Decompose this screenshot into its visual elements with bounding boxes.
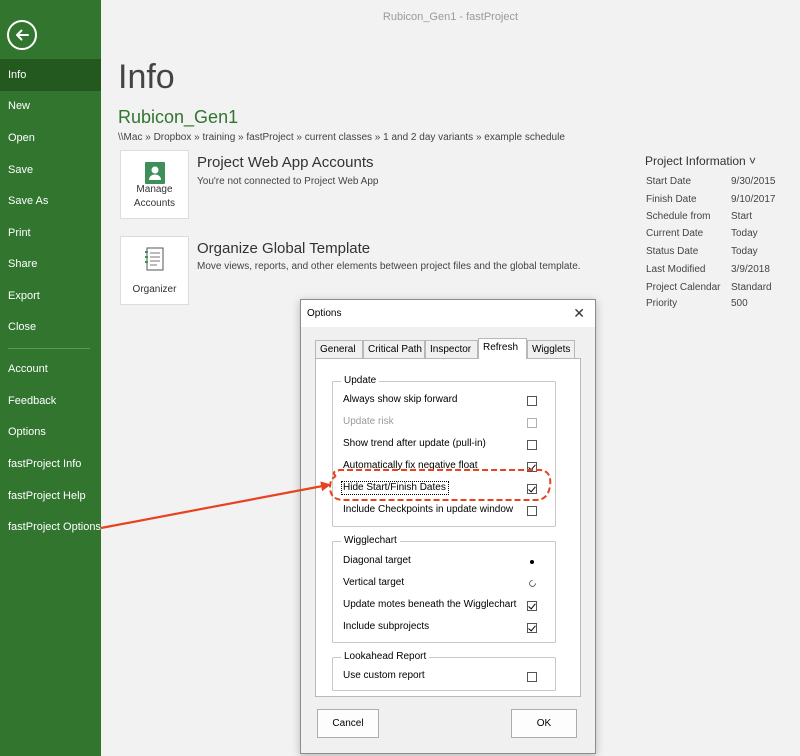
update-risk-label: Update risk [343, 416, 394, 427]
include-checkpoints-label: Include Checkpoints in update window [343, 504, 514, 515]
organize-global-template-heading: Organize Global Template [197, 240, 371, 257]
sidebar-item-fastproject-info[interactable]: fastProject Info [0, 448, 101, 480]
project-info-label: Last Modified [646, 264, 706, 275]
project-info-label: Schedule from [646, 211, 711, 222]
update-motes-checkbox[interactable] [527, 601, 537, 611]
dialog-title: Options [307, 308, 342, 319]
project-info-row: Status Date Today [646, 246, 758, 257]
lookahead-report-group-label: Lookahead Report [341, 651, 430, 662]
organizer-button[interactable]: Organizer [120, 236, 189, 305]
always-show-skip-forward-label: Always show skip forward [343, 394, 458, 405]
project-info-label: Finish Date [646, 194, 697, 205]
update-group: Update Always show skip forward Update r… [332, 375, 556, 527]
tab-general[interactable]: General [315, 340, 363, 358]
wigglechart-group-label: Wigglechart [341, 535, 400, 546]
tab-refresh[interactable]: Refresh [478, 338, 527, 359]
fix-negative-float-label: Automatically fix negative float [343, 460, 478, 471]
account-icon [145, 162, 165, 184]
project-info-row: Last Modified 3/9/2018 [646, 264, 770, 275]
organize-global-template-description: Move views, reports, and other elements … [197, 261, 581, 272]
wigglechart-group: Wigglechart Diagonal target Vertical tar… [332, 535, 556, 643]
project-info-value[interactable]: Today [731, 228, 758, 239]
project-info-label: Project Calendar [646, 282, 721, 293]
project-name: Rubicon_Gen1 [118, 107, 239, 127]
project-info-label: Start Date [646, 176, 692, 187]
sidebar-item-info[interactable]: Info [0, 59, 101, 91]
sidebar-item-feedback[interactable]: Feedback [0, 385, 101, 417]
sidebar-divider [8, 348, 90, 349]
project-web-app-heading: Project Web App Accounts [197, 154, 374, 171]
project-info-row: Current Date Today [646, 228, 758, 239]
lookahead-report-group: Lookahead Report Use custom report [332, 651, 556, 691]
show-trend-after-update-label: Show trend after update (pull-in) [343, 438, 486, 449]
project-info-value[interactable]: Start [731, 211, 752, 222]
update-group-label: Update [341, 375, 380, 386]
annotation-arrow [100, 481, 331, 530]
sidebar-item-save-as[interactable]: Save As [0, 185, 101, 217]
show-trend-after-update-checkbox[interactable] [527, 440, 537, 450]
use-custom-report-checkbox[interactable] [527, 672, 537, 682]
project-information-dropdown[interactable]: Project Information ˅ [645, 154, 756, 168]
sidebar-item-share[interactable]: Share [0, 248, 101, 280]
diagonal-target-radio[interactable] [527, 557, 537, 567]
project-info-row: Finish Date 9/10/2017 [646, 194, 776, 205]
sidebar-item-fastproject-options[interactable]: fastProject Options [0, 511, 101, 543]
use-custom-report-label: Use custom report [343, 670, 425, 681]
project-info-row: Priority 500 [646, 298, 748, 309]
project-info-label: Status Date [646, 246, 699, 257]
dialog-titlebar[interactable]: Options ✕ [301, 300, 595, 327]
project-info-label: Priority [646, 298, 678, 309]
hide-start-finish-dates-checkbox[interactable] [527, 484, 537, 494]
include-checkpoints-checkbox[interactable] [527, 506, 537, 516]
file-path-breadcrumb[interactable]: \\Mac » Dropbox » training » fastProject… [118, 132, 565, 143]
backstage-sidebar: Info New Open Save Save As Print Share E… [0, 0, 101, 756]
back-arrow-icon[interactable] [7, 20, 37, 50]
diagonal-target-label: Diagonal target [343, 555, 411, 566]
project-info-value: 3/9/2018 [731, 264, 770, 275]
project-web-app-status: You're not connected to Project Web App [197, 176, 379, 187]
options-dialog: Options ✕ General Critical Path Inspecto… [300, 299, 596, 754]
project-info-value[interactable]: Today [731, 246, 758, 257]
project-info-value[interactable]: 500 [731, 298, 748, 309]
project-info-row: Project Calendar Standard [646, 282, 772, 293]
tab-wigglets[interactable]: Wigglets [527, 340, 575, 358]
manage-accounts-button[interactable]: Manage Accounts [120, 150, 189, 219]
project-info-value[interactable]: 9/30/2015 [731, 176, 776, 187]
sidebar-item-new[interactable]: New [0, 90, 101, 122]
always-show-skip-forward-checkbox[interactable] [527, 396, 537, 406]
update-risk-checkbox[interactable] [527, 418, 537, 428]
hide-start-finish-dates-label: Hide Start/Finish Dates [343, 482, 446, 493]
sidebar-item-export[interactable]: Export [0, 280, 101, 312]
include-subprojects-label: Include subprojects [343, 621, 430, 632]
tab-inspector[interactable]: Inspector [425, 340, 478, 358]
vertical-target-radio[interactable] [527, 578, 538, 589]
organizer-icon [145, 247, 164, 271]
sidebar-item-close[interactable]: Close [0, 311, 101, 343]
sidebar-item-open[interactable]: Open [0, 122, 101, 154]
sidebar-item-print[interactable]: Print [0, 217, 101, 249]
organizer-label: Organizer [132, 284, 177, 295]
cancel-button[interactable]: Cancel [317, 709, 379, 738]
page-title: Info [118, 58, 175, 96]
include-subprojects-checkbox[interactable] [527, 623, 537, 633]
refresh-tab-panel: Update Always show skip forward Update r… [315, 358, 581, 697]
update-motes-label: Update motes beneath the Wigglechart [343, 599, 517, 610]
manage-accounts-label-line2: Accounts [133, 198, 176, 209]
sidebar-item-fastproject-help[interactable]: fastProject Help [0, 480, 101, 512]
sidebar-item-save[interactable]: Save [0, 154, 101, 186]
project-info-row: Start Date 9/30/2015 [646, 176, 776, 187]
project-info-label: Current Date [646, 228, 704, 239]
vertical-target-label: Vertical target [343, 577, 405, 588]
sidebar-item-account[interactable]: Account [0, 353, 101, 385]
fix-negative-float-checkbox[interactable] [527, 462, 537, 472]
window-title: Rubicon_Gen1 - fastProject [382, 11, 519, 23]
ok-button[interactable]: OK [511, 709, 577, 738]
sidebar-item-options[interactable]: Options [0, 416, 101, 448]
close-icon[interactable]: ✕ [573, 305, 585, 321]
tab-critical-path[interactable]: Critical Path [363, 340, 425, 358]
project-info-value[interactable]: 9/10/2017 [731, 194, 776, 205]
project-info-value[interactable]: Standard [731, 282, 772, 293]
project-info-row: Schedule from Start [646, 211, 752, 222]
